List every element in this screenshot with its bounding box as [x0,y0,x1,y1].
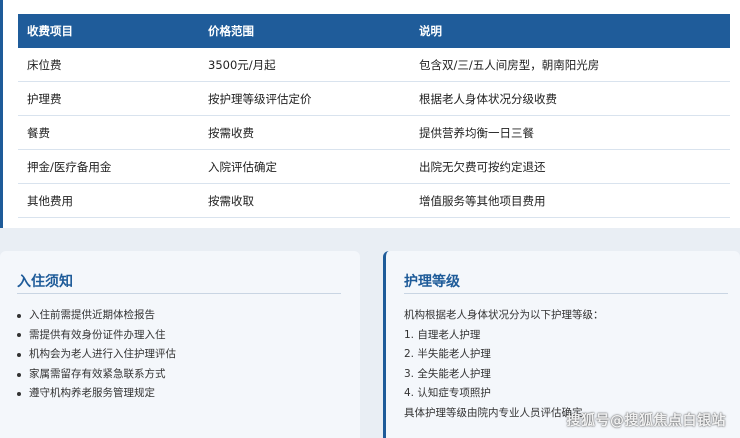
fee-table-header-row: 收费项目 价格范围 说明 [18,14,730,48]
notice-item-text: 机构会为老人进行入住护理评估 [29,348,176,361]
table-row: 餐费 按需收费 提供营养均衡一日三餐 [18,115,730,150]
notice-divider [17,293,341,294]
care-level-divider [404,293,728,294]
care-level-intro: 机构根据老人身体状况分为以下护理等级： [404,309,604,321]
list-item: 4. 认知症专项照护 [404,387,491,400]
notice-item-text: 遵守机构养老服务管理规定 [29,387,155,400]
table-row: 床位费 3500元/月起 包含双/三/五人间房型，朝南阳光房 [18,48,730,82]
cell-description: 增值服务等其他项目费用 [410,183,730,218]
cell-fee-item: 其他费用 [18,183,199,218]
table-row: 其他费用 按需收取 增值服务等其他项目费用 [18,183,730,218]
bullet-icon [17,333,21,338]
bullet-icon [17,372,21,377]
cell-fee-item: 护理费 [18,81,199,116]
cell-price: 按需收取 [199,183,410,218]
cell-description: 出院无欠费可按约定退还 [410,149,730,184]
cell-fee-item: 餐费 [18,115,199,150]
cell-description: 包含双/三/五人间房型，朝南阳光房 [410,48,730,82]
notice-title: 入住须知 [17,274,73,290]
cell-fee-item: 押金/医疗备用金 [18,149,199,184]
bullet-icon [17,313,21,318]
cell-fee-item: 床位费 [18,48,199,82]
cell-price: 入院评估确定 [199,149,410,184]
list-item: 遵守机构养老服务管理规定 [17,384,176,404]
bullet-icon [17,352,21,357]
cell-price: 按护理等级评估定价 [199,81,410,116]
watermark: 搜狐号@搜狐焦点白银站 [566,413,726,429]
fee-card: 收费项目 价格范围 说明 床位费 3500元/月起 包含双/三/五人间房型，朝南… [0,0,740,228]
cell-description: 根据老人身体状况分级收费 [410,81,730,116]
notice-card: 入住须知 入住前需提供近期体检报告 需提供有效身份证件办理入住 机构会为老人进行… [0,251,360,438]
notice-item-text: 入住前需提供近期体检报告 [29,309,155,321]
list-item: 3. 全失能老人护理 [404,367,491,380]
notice-item-text: 需提供有效身份证件办理入住 [29,328,166,341]
cell-price: 按需收费 [199,115,410,150]
notice-item-text: 家属需留存有效紧急联系方式 [29,367,166,380]
table-row: 护理费 按护理等级评估定价 根据老人身体状况分级收费 [18,81,730,116]
table-row: 押金/医疗备用金 入院评估确定 出院无欠费可按约定退还 [18,149,730,184]
list-item: 需提供有效身份证件办理入住 [17,326,176,346]
header-fee-item: 收费项目 [18,14,199,48]
bullet-icon [17,392,21,397]
care-level-title: 护理等级 [404,274,460,290]
list-item: 机构会为老人进行入住护理评估 [17,345,176,365]
list-item: 1. 自理老人护理 [404,328,481,341]
list-item: 入住前需提供近期体检报告 [17,306,176,326]
care-level-content: 机构根据老人身体状况分为以下护理等级： 1. 自理老人护理 2. 半失能老人护理… [404,306,604,424]
list-item: 2. 半失能老人护理 [404,348,491,361]
notice-list: 入住前需提供近期体检报告 需提供有效身份证件办理入住 机构会为老人进行入住护理评… [17,306,176,404]
list-item: 家属需留存有效紧急联系方式 [17,365,176,385]
header-description: 说明 [410,14,730,48]
header-price-range: 价格范围 [199,14,410,48]
fee-table: 收费项目 价格范围 说明 床位费 3500元/月起 包含双/三/五人间房型，朝南… [18,14,730,218]
cell-price: 3500元/月起 [199,48,410,82]
cell-description: 提供营养均衡一日三餐 [410,115,730,150]
